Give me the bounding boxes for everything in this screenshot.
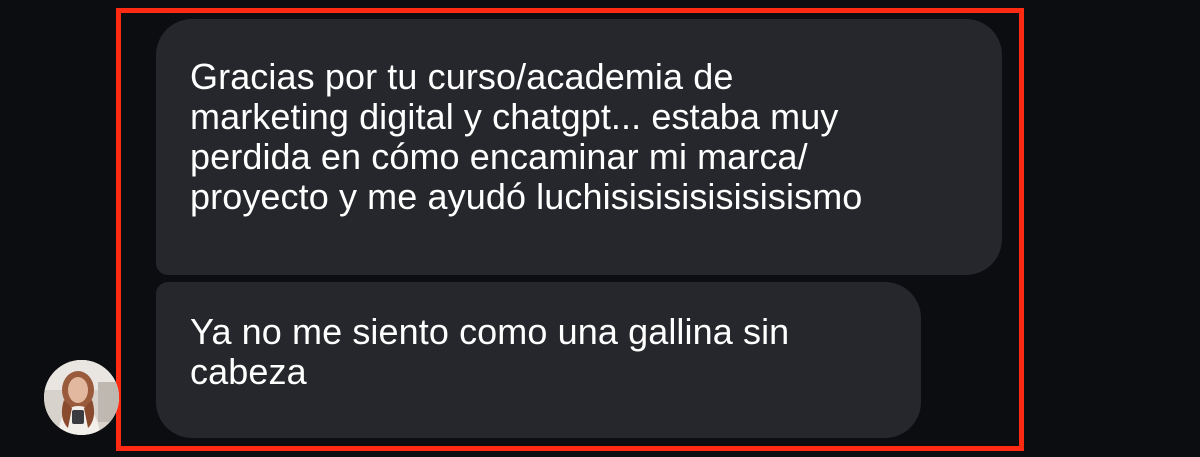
message-bubble[interactable]: Ya no me siento como una gallina sin cab… — [156, 282, 921, 438]
sender-avatar[interactable] — [44, 360, 119, 435]
message-bubble[interactable]: Gracias por tu curso/academia de marketi… — [156, 19, 1002, 275]
avatar-photo-icon — [44, 360, 119, 435]
message-text: Gracias por tu curso/academia de marketi… — [190, 56, 863, 217]
message-text: Ya no me siento como una gallina sin cab… — [190, 311, 790, 392]
